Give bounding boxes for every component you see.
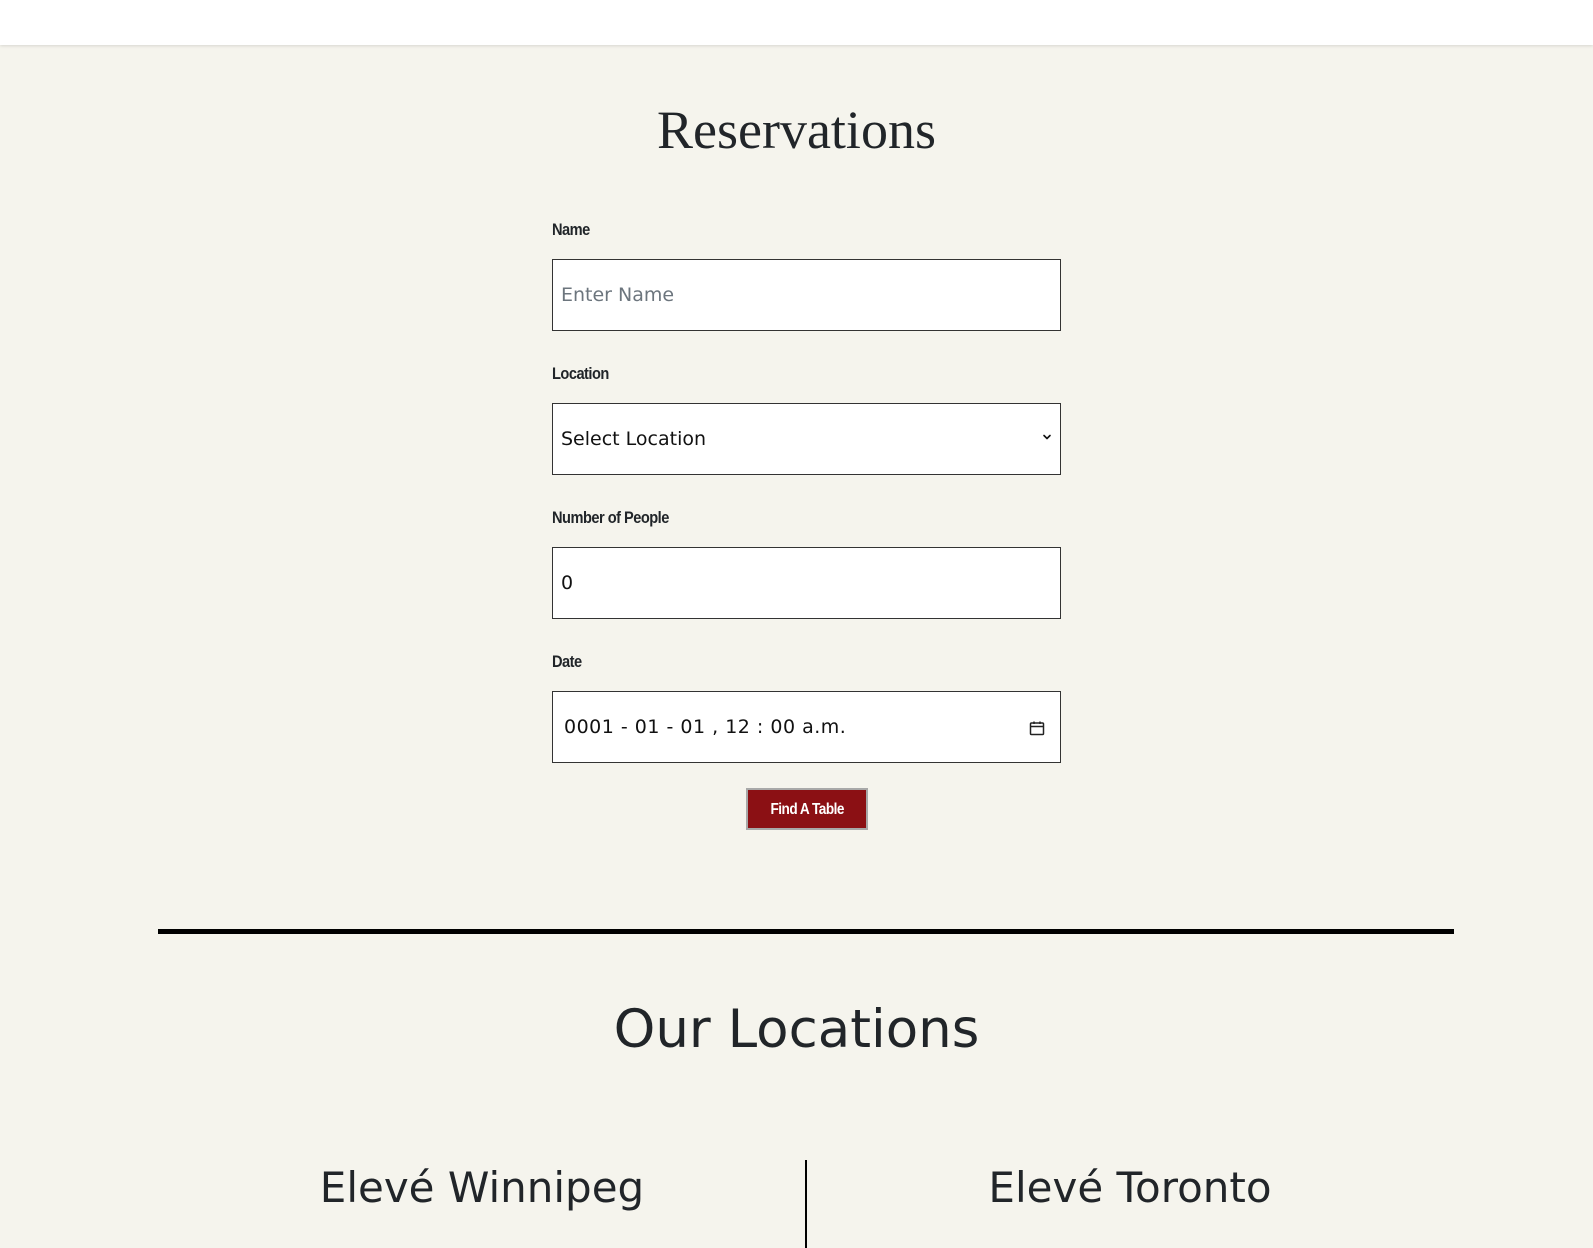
name-input[interactable] (553, 260, 1060, 330)
locations-title: Our Locations (613, 999, 980, 1060)
top-navbar (0, 0, 1593, 45)
people-input[interactable] (553, 548, 1060, 618)
find-a-table-label: Find A Table (770, 801, 844, 818)
people-label: Number of People (552, 508, 669, 527)
people-field-container (552, 547, 1061, 619)
find-a-table-button[interactable]: Find A Table (746, 788, 868, 830)
chevron-down-icon (1043, 434, 1051, 440)
date-input[interactable]: 0001 - 01 - 01 , 12 : 00 a.m. (552, 691, 1061, 763)
date-input-value: 0001 - 01 - 01 , 12 : 00 a.m. (564, 716, 847, 738)
location-winnipeg-title: Elevé Winnipeg (319, 1163, 645, 1212)
calendar-icon[interactable] (1028, 719, 1046, 737)
reservations-title: Reservations (657, 100, 936, 160)
location-select-value: Select Location (561, 428, 707, 450)
location-label: Location (552, 364, 609, 383)
name-label: Name (552, 220, 590, 239)
location-toronto-title: Elevé Toronto (988, 1163, 1272, 1212)
name-field-container (552, 259, 1061, 331)
date-label: Date (552, 652, 582, 671)
location-select[interactable]: Select Location (552, 403, 1061, 475)
section-divider (158, 929, 1454, 934)
